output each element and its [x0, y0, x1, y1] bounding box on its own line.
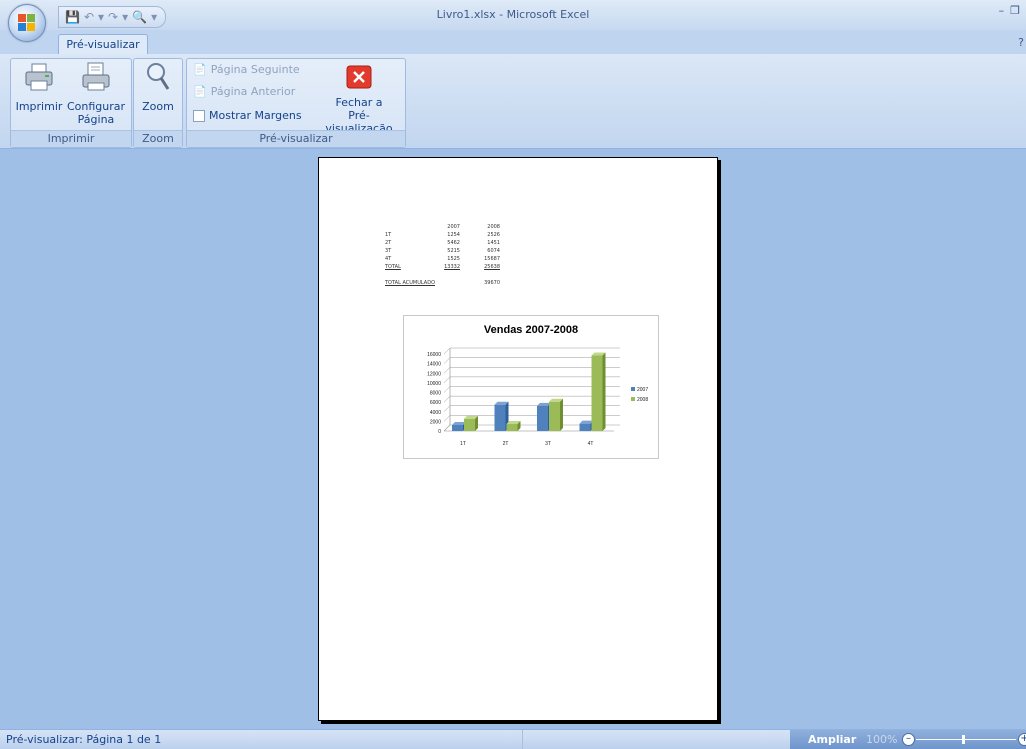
- help-icon[interactable]: ?: [1018, 36, 1024, 49]
- chart-svg: Vendas 2007-2008 0 2000 4000 6000 8000 10000 12…: [427, 324, 648, 447]
- previous-page-button[interactable]: 📄 Página Anterior: [193, 85, 295, 98]
- next-page-icon: 📄: [193, 63, 207, 76]
- group-label-pre-visualizar: Pré-visualizar: [187, 130, 405, 147]
- minimize-icon[interactable]: –: [999, 4, 1005, 17]
- y-tick-label: 8000: [430, 391, 441, 397]
- zoom-out-button[interactable]: –: [902, 733, 915, 746]
- table-row: 4T 1525 15687: [385, 256, 500, 262]
- zoom-slider-thumb[interactable]: [962, 735, 965, 744]
- y-tick-label: 10000: [427, 381, 441, 387]
- print-button[interactable]: Imprimir: [13, 61, 65, 113]
- next-page-button[interactable]: 📄 Página Seguinte: [193, 63, 300, 76]
- zoom-button[interactable]: Zoom: [138, 61, 178, 113]
- zoom-control: Ampliar 100% – +: [790, 730, 1026, 749]
- bar-2008-3T: [549, 401, 560, 431]
- restore-icon[interactable]: ❐: [1010, 4, 1020, 17]
- chart-gridline: [443, 347, 620, 355]
- table-accumulated-row: TOTAL ACUMULADO 39670: [385, 280, 500, 286]
- preview-page[interactable]: 2007 2008 1T 1254 2526 2T 5462 1451 3T 5…: [318, 157, 718, 721]
- chart-area[interactable]: Vendas 2007-2008 0 2000 4000 6000 8000 10000 12…: [403, 315, 659, 459]
- title-bar: 💾 ↶ ▾ ↷ ▾ 🔍 ▾ Livro1.xlsx - Microsoft Ex…: [0, 0, 1026, 30]
- y-tick-label: 12000: [427, 371, 441, 377]
- table-total-row: TOTAL 13332 25638: [385, 264, 500, 270]
- bar-side-2008-3T: [560, 398, 563, 431]
- show-margins-checkbox[interactable]: Mostrar Margens: [193, 109, 302, 122]
- y-tick-label: 16000: [427, 352, 441, 358]
- checkbox-icon: [193, 109, 205, 122]
- status-bar: Pré-visualizar: Página 1 de 1 Ampliar 10…: [0, 729, 1026, 749]
- group-label-zoom: Zoom: [134, 130, 182, 147]
- status-text: Pré-visualizar: Página 1 de 1: [6, 733, 162, 746]
- tab-pre-visualizar[interactable]: Pré-visualizar: [58, 34, 148, 55]
- zoom-slider-track[interactable]: [916, 739, 1016, 740]
- group-pre-visualizar: 📄 Página Seguinte 📄 Página Anterior Most…: [186, 58, 406, 148]
- legend-label-2008: 2008: [637, 397, 648, 403]
- group-imprimir: Imprimir Configurar Página Imprimir: [10, 58, 132, 148]
- office-logo-icon: [18, 14, 36, 32]
- office-button[interactable]: [8, 4, 46, 42]
- y-tick-label: 4000: [430, 410, 441, 416]
- close-preview-button[interactable]: Fechar a Pré-visualização: [315, 65, 403, 135]
- zoom-in-button[interactable]: +: [1018, 733, 1026, 746]
- close-icon: [346, 65, 372, 89]
- zoom-label: Ampliar: [808, 733, 857, 746]
- legend-label-2007: 2007: [637, 387, 648, 393]
- table-row: 1T 1254 2526: [385, 232, 500, 238]
- bar-2008-4T: [591, 355, 603, 431]
- x-tick-label: 4T: [588, 441, 594, 447]
- magnifier-icon: [147, 63, 170, 90]
- table-header: 2007 2008: [447, 224, 500, 230]
- y-tick-label: 0: [438, 429, 441, 435]
- bar-2007-4T: [579, 423, 591, 431]
- bar-2007-3T: [537, 405, 548, 431]
- zoom-percentage[interactable]: 100%: [866, 733, 897, 746]
- bar-2007-2T: [494, 404, 506, 431]
- legend-swatch-2007: [631, 387, 635, 391]
- bar-side-2008-4T: [602, 352, 606, 431]
- table-row: 3T 5215 6074: [385, 248, 500, 254]
- y-tick-label: 14000: [427, 362, 441, 368]
- ribbon: Imprimir Configurar Página Imprimir Zoom…: [0, 54, 1026, 149]
- group-label-imprimir: Imprimir: [11, 130, 131, 147]
- printer-icon: [25, 63, 53, 91]
- page-setup-icon: [82, 62, 110, 91]
- page-setup-button[interactable]: Configurar Página: [65, 61, 127, 126]
- x-tick-label: 2T: [503, 441, 509, 447]
- x-tick-label: 3T: [545, 441, 551, 447]
- window-title: Livro1.xlsx - Microsoft Excel: [436, 8, 590, 21]
- y-tick-label: 2000: [430, 419, 441, 425]
- table-row: 2T 5462 1451: [385, 240, 500, 246]
- ribbon-tabs: Pré-visualizar ?: [0, 30, 1026, 55]
- previous-page-icon: 📄: [193, 85, 207, 98]
- x-tick-label: 1T: [460, 441, 466, 447]
- bar-2007-1T: [452, 424, 463, 431]
- y-tick-label: 6000: [430, 400, 441, 406]
- bar-2008-2T: [506, 424, 518, 431]
- chart-title: Vendas 2007-2008: [484, 324, 578, 336]
- group-zoom: Zoom Zoom: [133, 58, 183, 148]
- bar-2008-1T: [464, 418, 475, 431]
- legend-swatch-2008: [631, 397, 635, 401]
